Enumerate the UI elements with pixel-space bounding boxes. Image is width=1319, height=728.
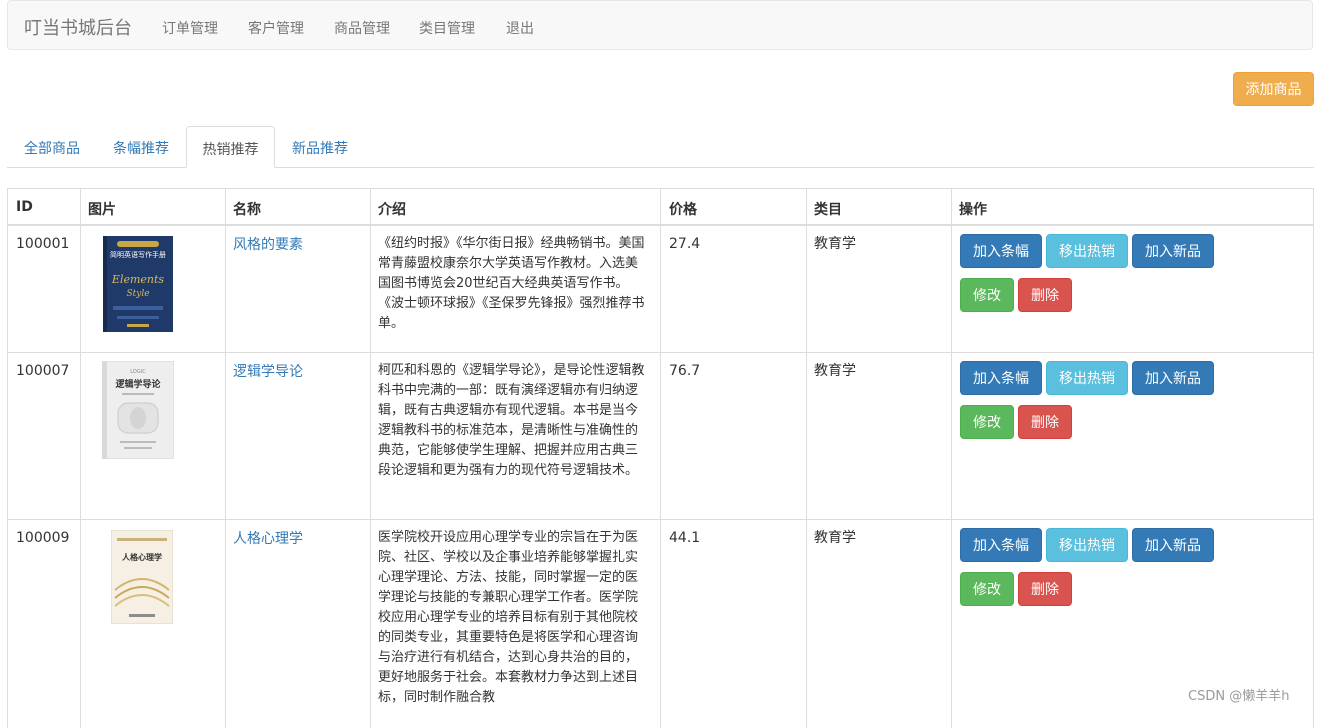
add-banner-button[interactable]: 加入条幅	[960, 234, 1042, 268]
header-image: 图片	[88, 202, 116, 218]
row-divider	[7, 519, 1314, 520]
row-id: 100001	[16, 236, 70, 252]
edit-button[interactable]: 修改	[960, 405, 1014, 439]
svg-text:Elements: Elements	[111, 273, 165, 286]
header-id: ID	[16, 199, 33, 215]
nav-categories[interactable]: 类目管理	[419, 18, 475, 38]
tab-new-recommend[interactable]: 新品推荐	[276, 126, 364, 168]
tab-banner-recommend[interactable]: 条幅推荐	[97, 126, 185, 168]
svg-text:简明英语写作手册: 简明英语写作手册	[110, 250, 166, 259]
edit-button[interactable]: 修改	[960, 572, 1014, 606]
add-product-button[interactable]: 添加商品	[1233, 72, 1314, 106]
product-table: ID 图片 名称 介绍 价格 类目 操作 100001 简明英语写作手册 Ele…	[7, 188, 1314, 728]
header-name: 名称	[233, 202, 261, 218]
col-divider	[225, 188, 226, 728]
product-price: 44.1	[669, 530, 701, 546]
row-id: 100007	[16, 363, 70, 379]
col-divider	[80, 188, 81, 728]
delete-button[interactable]: 删除	[1018, 405, 1072, 439]
table-border-top	[7, 188, 1314, 189]
nav-customers[interactable]: 客户管理	[248, 18, 304, 38]
row-id: 100009	[16, 530, 70, 546]
add-new-button[interactable]: 加入新品	[1132, 361, 1214, 395]
remove-hot-button[interactable]: 移出热销	[1046, 234, 1128, 268]
product-description: 《纽约时报》《华尔街日报》经典畅销书。美国常青藤盟校康奈尔大学英语写作教材。入选…	[378, 236, 645, 331]
product-category: 教育学	[814, 530, 856, 546]
col-divider	[370, 188, 371, 728]
table-border-left	[7, 188, 8, 728]
product-name-link[interactable]: 逻辑学导论	[233, 361, 303, 381]
delete-button[interactable]: 删除	[1018, 572, 1072, 606]
add-banner-button[interactable]: 加入条幅	[960, 361, 1042, 395]
header-divider	[7, 224, 1314, 226]
header-price: 价格	[669, 202, 697, 218]
nav-logout[interactable]: 退出	[506, 18, 534, 38]
product-description: 柯匹和科恩的《逻辑学导论》，是导论性逻辑教科书中完满的一部：既有演绎逻辑亦有归纳…	[378, 363, 645, 478]
book-cover-image[interactable]: 简明英语写作手册 Elements Style	[103, 236, 173, 332]
watermark-text: CSDN @懒羊羊h	[1188, 689, 1290, 704]
svg-text:人格心理学: 人格心理学	[122, 552, 162, 562]
col-divider	[806, 188, 807, 728]
add-new-button[interactable]: 加入新品	[1132, 528, 1214, 562]
tab-hot-recommend[interactable]: 热销推荐	[186, 126, 275, 168]
nav-orders[interactable]: 订单管理	[162, 18, 218, 38]
svg-text:LOGIC: LOGIC	[130, 369, 146, 375]
row-divider	[7, 352, 1314, 353]
book-cover-image[interactable]: 人格心理学	[111, 530, 173, 624]
remove-hot-button[interactable]: 移出热销	[1046, 528, 1128, 562]
delete-button[interactable]: 删除	[1018, 278, 1072, 312]
svg-text:逻辑学导论: 逻辑学导论	[114, 378, 161, 390]
remove-hot-button[interactable]: 移出热销	[1046, 361, 1128, 395]
tab-all-products[interactable]: 全部商品	[8, 126, 96, 168]
brand-title[interactable]: 叮当书城后台	[24, 14, 132, 40]
header-description: 介绍	[378, 202, 406, 218]
top-navbar: 叮当书城后台 订单管理 客户管理 商品管理 类目管理 退出	[7, 0, 1313, 50]
product-category: 教育学	[814, 236, 856, 252]
nav-products[interactable]: 商品管理	[334, 18, 390, 38]
add-banner-button[interactable]: 加入条幅	[960, 528, 1042, 562]
table-border-right	[1313, 188, 1314, 728]
product-name-link[interactable]: 风格的要素	[233, 234, 303, 254]
header-category: 类目	[814, 202, 842, 218]
product-category: 教育学	[814, 363, 856, 379]
header-actions: 操作	[959, 202, 987, 218]
edit-button[interactable]: 修改	[960, 278, 1014, 312]
book-cover-image[interactable]: LOGIC 逻辑学导论	[102, 361, 174, 459]
product-price: 76.7	[669, 363, 701, 379]
product-price: 27.4	[669, 236, 701, 252]
product-name-link[interactable]: 人格心理学	[233, 528, 303, 548]
svg-text:Style: Style	[126, 289, 149, 299]
product-description: 医学院校开设应用心理学专业的宗旨在于为医院、社区、学校以及企事业培养能够掌握扎实…	[378, 530, 639, 705]
col-divider	[660, 188, 661, 728]
add-new-button[interactable]: 加入新品	[1132, 234, 1214, 268]
col-divider	[951, 188, 952, 728]
